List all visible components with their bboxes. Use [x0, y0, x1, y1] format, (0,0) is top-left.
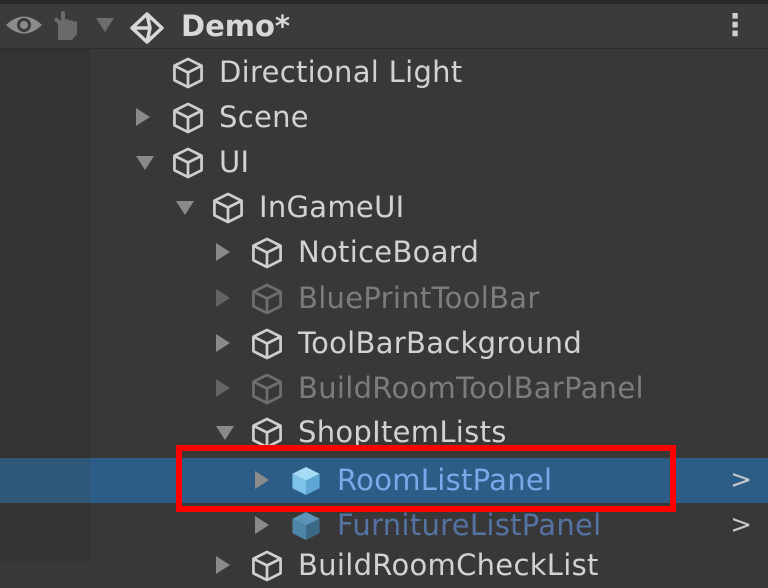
hand-icon[interactable]	[50, 10, 84, 42]
collapsed-arrow-icon[interactable]	[216, 243, 230, 261]
collapse-arrow-icon[interactable]	[96, 18, 114, 32]
expanded-arrow-icon[interactable]	[136, 156, 154, 170]
scene-menu-button[interactable]: ⋮	[720, 4, 750, 48]
hierarchy-item-label: BluePrintToolBar	[298, 281, 540, 315]
hierarchy-item-label: InGameUI	[259, 190, 405, 224]
hierarchy-row[interactable]: BuildRoomCheckList	[0, 543, 768, 588]
hierarchy-item-label: ToolBarBackground	[298, 326, 583, 360]
hierarchy-item-label: UI	[219, 145, 250, 179]
unity-logo-icon	[130, 12, 164, 44]
hierarchy-row[interactable]: Scene	[0, 95, 768, 140]
collapsed-arrow-icon[interactable]	[216, 289, 230, 307]
hierarchy-item-label: FurnitureListPanel	[337, 508, 602, 542]
prefab-cube-icon	[292, 511, 320, 541]
hierarchy-row[interactable]: BluePrintToolBar	[0, 276, 768, 321]
collapsed-arrow-icon[interactable]	[216, 334, 230, 352]
cube-icon	[252, 550, 282, 582]
collapsed-arrow-icon[interactable]	[255, 516, 269, 534]
cube-icon	[173, 57, 203, 89]
expanded-arrow-icon[interactable]	[176, 201, 194, 215]
cube-icon	[252, 373, 282, 405]
hierarchy-row[interactable]: UI	[0, 140, 768, 185]
hierarchy-item-label: BuildRoomToolBarPanel	[298, 371, 644, 405]
selection-gutter	[0, 458, 90, 503]
hierarchy-item-label: Scene	[219, 100, 309, 134]
hierarchy-row[interactable]: Directional Light	[0, 50, 768, 95]
scene-title: Demo*	[181, 9, 291, 43]
hierarchy-row[interactable]: BuildRoomToolBarPanel	[0, 366, 768, 411]
hierarchy-row[interactable]: RoomListPanel >	[0, 458, 768, 503]
hierarchy-item-label: NoticeBoard	[298, 235, 480, 269]
prefab-cube-icon	[292, 466, 320, 496]
collapsed-arrow-icon[interactable]	[136, 108, 150, 126]
hierarchy-row[interactable]: NoticeBoard	[0, 230, 768, 275]
cube-icon	[252, 417, 282, 449]
hierarchy-row[interactable]: FurnitureListPanel >	[0, 503, 768, 548]
scene-header: Demo* ⋮	[0, 4, 768, 49]
cube-icon	[252, 283, 282, 315]
open-prefab-chevron-icon[interactable]: >	[730, 458, 752, 503]
cube-icon	[213, 192, 243, 224]
cube-icon	[173, 102, 203, 134]
hierarchy-item-label: ShopItemLists	[298, 415, 507, 449]
collapsed-arrow-icon[interactable]	[216, 556, 230, 574]
cube-icon	[252, 328, 282, 360]
hierarchy-row[interactable]: InGameUI	[0, 185, 768, 230]
cube-icon	[252, 237, 282, 269]
hierarchy-item-label: RoomListPanel	[337, 463, 553, 497]
hierarchy-item-label: Directional Light	[219, 55, 463, 89]
open-prefab-chevron-icon[interactable]: >	[730, 503, 752, 548]
expanded-arrow-icon[interactable]	[216, 426, 234, 440]
eye-icon[interactable]	[4, 12, 44, 38]
hierarchy-row[interactable]: ShopItemLists	[0, 410, 768, 455]
collapsed-arrow-icon[interactable]	[216, 379, 230, 397]
cube-icon	[173, 147, 203, 179]
collapsed-arrow-icon[interactable]	[255, 471, 269, 489]
hierarchy-row[interactable]: ToolBarBackground	[0, 321, 768, 366]
hierarchy-item-label: BuildRoomCheckList	[298, 548, 599, 582]
